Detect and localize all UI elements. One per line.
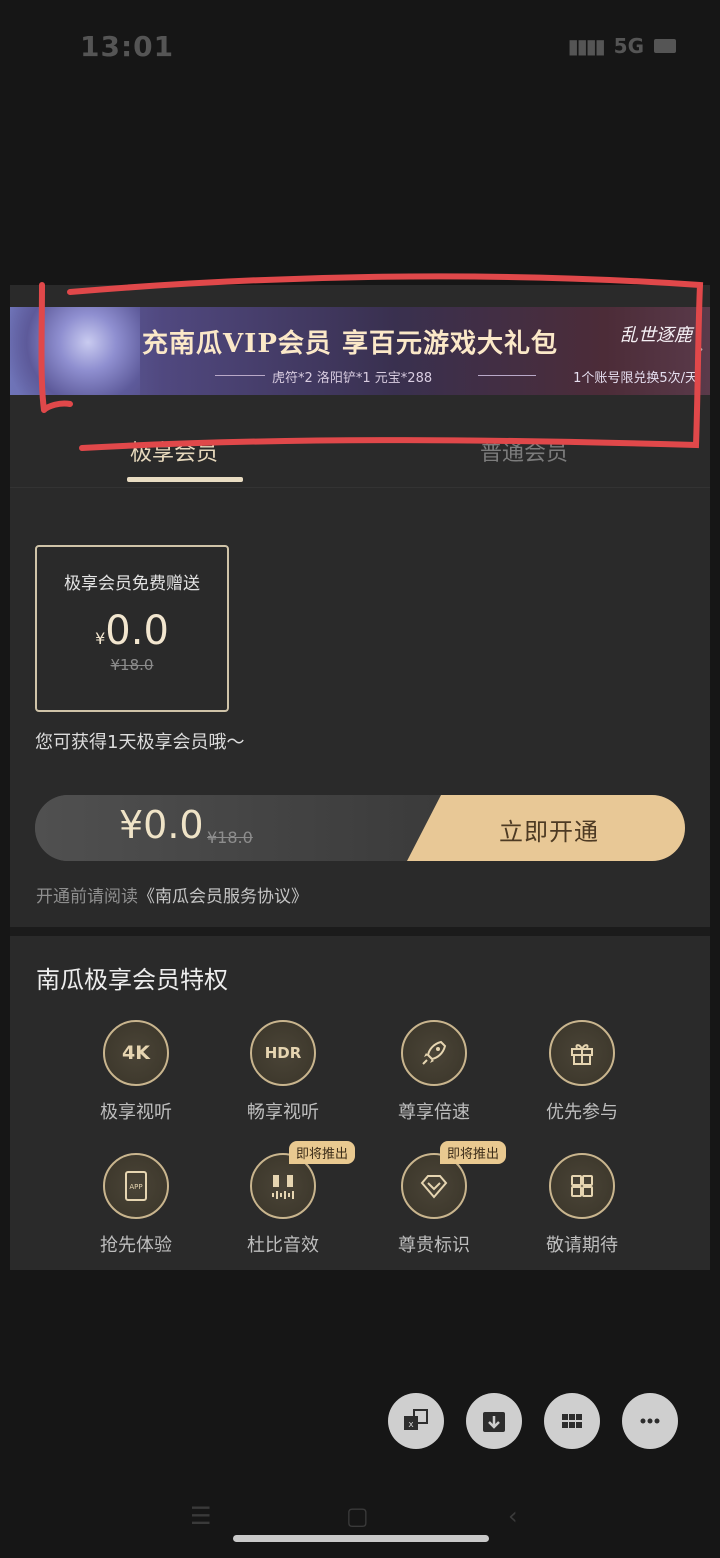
plan-currency: ¥ bbox=[95, 629, 106, 648]
network-type: 5G bbox=[613, 34, 644, 58]
apps-grid-icon[interactable] bbox=[544, 1393, 600, 1449]
agreement-text: 开通前请阅读《南瓜会员服务协议》 bbox=[36, 882, 308, 907]
privilege-item-dolby[interactable]: 即将推出 杜比音效 bbox=[223, 1141, 356, 1257]
activate-now-label: 立即开通 bbox=[499, 818, 599, 846]
privilege-item-speed[interactable]: 尊享倍速 bbox=[374, 1020, 494, 1124]
section-divider bbox=[10, 927, 710, 936]
coming-soon-badge: 即将推出 bbox=[289, 1141, 356, 1164]
translate-icon[interactable]: x bbox=[388, 1393, 444, 1449]
privilege-label: 杜比音效 bbox=[247, 1235, 319, 1256]
tab-premium-member[interactable]: 极享会员 bbox=[130, 435, 218, 467]
status-icons: ▮▮▮▮ 5G bbox=[568, 34, 676, 58]
svg-text:APP: APP bbox=[129, 1183, 142, 1191]
home-icon[interactable]: ▢ bbox=[346, 1502, 369, 1530]
agreement-prefix: 开通前请阅读 bbox=[36, 887, 138, 907]
banner-game-logo: 乱世逐鹿 bbox=[620, 325, 692, 346]
plan-title: 极享会员免费赠送 bbox=[64, 574, 200, 594]
gift-icon bbox=[549, 1020, 615, 1086]
pay-original-price: ¥18.0 bbox=[207, 828, 253, 847]
privilege-label: 极享视听 bbox=[100, 1102, 172, 1123]
tab-active-indicator bbox=[127, 477, 243, 482]
recent-apps-icon[interactable]: ☰ bbox=[190, 1502, 212, 1530]
privilege-item-priority[interactable]: 优先参与 bbox=[522, 1020, 642, 1124]
signal-icon: ▮▮▮▮ bbox=[567, 34, 606, 58]
plan-price: ¥0.0 bbox=[37, 608, 227, 654]
privileges-title: 南瓜极享会员特权 bbox=[36, 966, 228, 994]
privilege-label: 抢先体验 bbox=[100, 1235, 172, 1256]
privilege-label: 优先参与 bbox=[546, 1102, 618, 1123]
banner-subtitle: 虎符*2 洛阳铲*1 元宝*288 bbox=[272, 371, 433, 386]
privilege-label: 尊贵标识 bbox=[398, 1235, 470, 1256]
battery-icon bbox=[654, 39, 676, 53]
privilege-label: 敬请期待 bbox=[546, 1235, 618, 1256]
privilege-label: 尊享倍速 bbox=[398, 1102, 470, 1123]
4k-icon: 4K bbox=[103, 1020, 169, 1086]
grid-icon bbox=[549, 1153, 615, 1219]
system-nav-bar: ☰ ▢ ‹ bbox=[0, 1490, 720, 1558]
home-indicator[interactable] bbox=[233, 1535, 489, 1542]
rocket-icon bbox=[401, 1020, 467, 1086]
status-bar: 13:01 ▮▮▮▮ 5G bbox=[0, 0, 720, 95]
coming-soon-badge: 即将推出 bbox=[440, 1141, 507, 1164]
banner-divider-left bbox=[215, 375, 265, 376]
download-icon[interactable] bbox=[466, 1393, 522, 1449]
hdr-icon: HDR bbox=[250, 1020, 316, 1086]
chevron-right-icon: › bbox=[695, 337, 704, 362]
tab-regular-member[interactable]: 普通会员 bbox=[480, 435, 568, 467]
activate-now-button[interactable]: 立即开通 bbox=[407, 795, 685, 861]
banner-character-art bbox=[10, 307, 140, 395]
privilege-item-more[interactable]: 敬请期待 bbox=[522, 1153, 642, 1257]
back-icon[interactable]: ‹ bbox=[508, 1502, 518, 1530]
tablet-app-icon: APP bbox=[103, 1153, 169, 1219]
privilege-item-early-access[interactable]: APP 抢先体验 bbox=[76, 1153, 196, 1257]
banner-title: 充南瓜VIP会员 享百元游戏大礼包 bbox=[142, 329, 558, 359]
pay-price: ¥0.0 bbox=[119, 803, 204, 847]
membership-tabs: 极享会员 普通会员 bbox=[10, 425, 710, 488]
agreement-link[interactable]: 《南瓜会员服务协议》 bbox=[138, 887, 308, 907]
banner-divider-right bbox=[478, 375, 536, 376]
plan-original-price: ¥18.0 bbox=[110, 656, 154, 674]
promo-banner[interactable]: 充南瓜VIP会员 享百元游戏大礼包 虎符*2 洛阳铲*1 元宝*288 1个账号… bbox=[10, 307, 710, 395]
privilege-label: 畅享视听 bbox=[247, 1102, 319, 1123]
status-time: 13:01 bbox=[80, 30, 175, 63]
pay-bar: ¥0.0 ¥18.0 立即开通 bbox=[35, 795, 685, 861]
more-icon[interactable] bbox=[622, 1393, 678, 1449]
banner-limit-text: 1个账号限兑换5次/天 bbox=[573, 371, 698, 386]
floating-toolbar: x bbox=[388, 1393, 678, 1449]
plan-price-value: 0.0 bbox=[105, 608, 169, 654]
privilege-item-badge[interactable]: 即将推出 尊贵标识 bbox=[374, 1141, 507, 1257]
plan-card[interactable]: 极享会员免费赠送 ¥0.0 ¥18.0 bbox=[35, 545, 229, 712]
gain-text: 您可获得1天极享会员哦～ bbox=[35, 732, 245, 753]
vip-page: 充南瓜VIP会员 享百元游戏大礼包 虎符*2 洛阳铲*1 元宝*288 1个账号… bbox=[10, 285, 710, 1270]
privilege-item-4k[interactable]: 4K 极享视听 bbox=[76, 1020, 196, 1124]
privilege-item-hdr[interactable]: HDR 畅享视听 bbox=[223, 1020, 343, 1124]
